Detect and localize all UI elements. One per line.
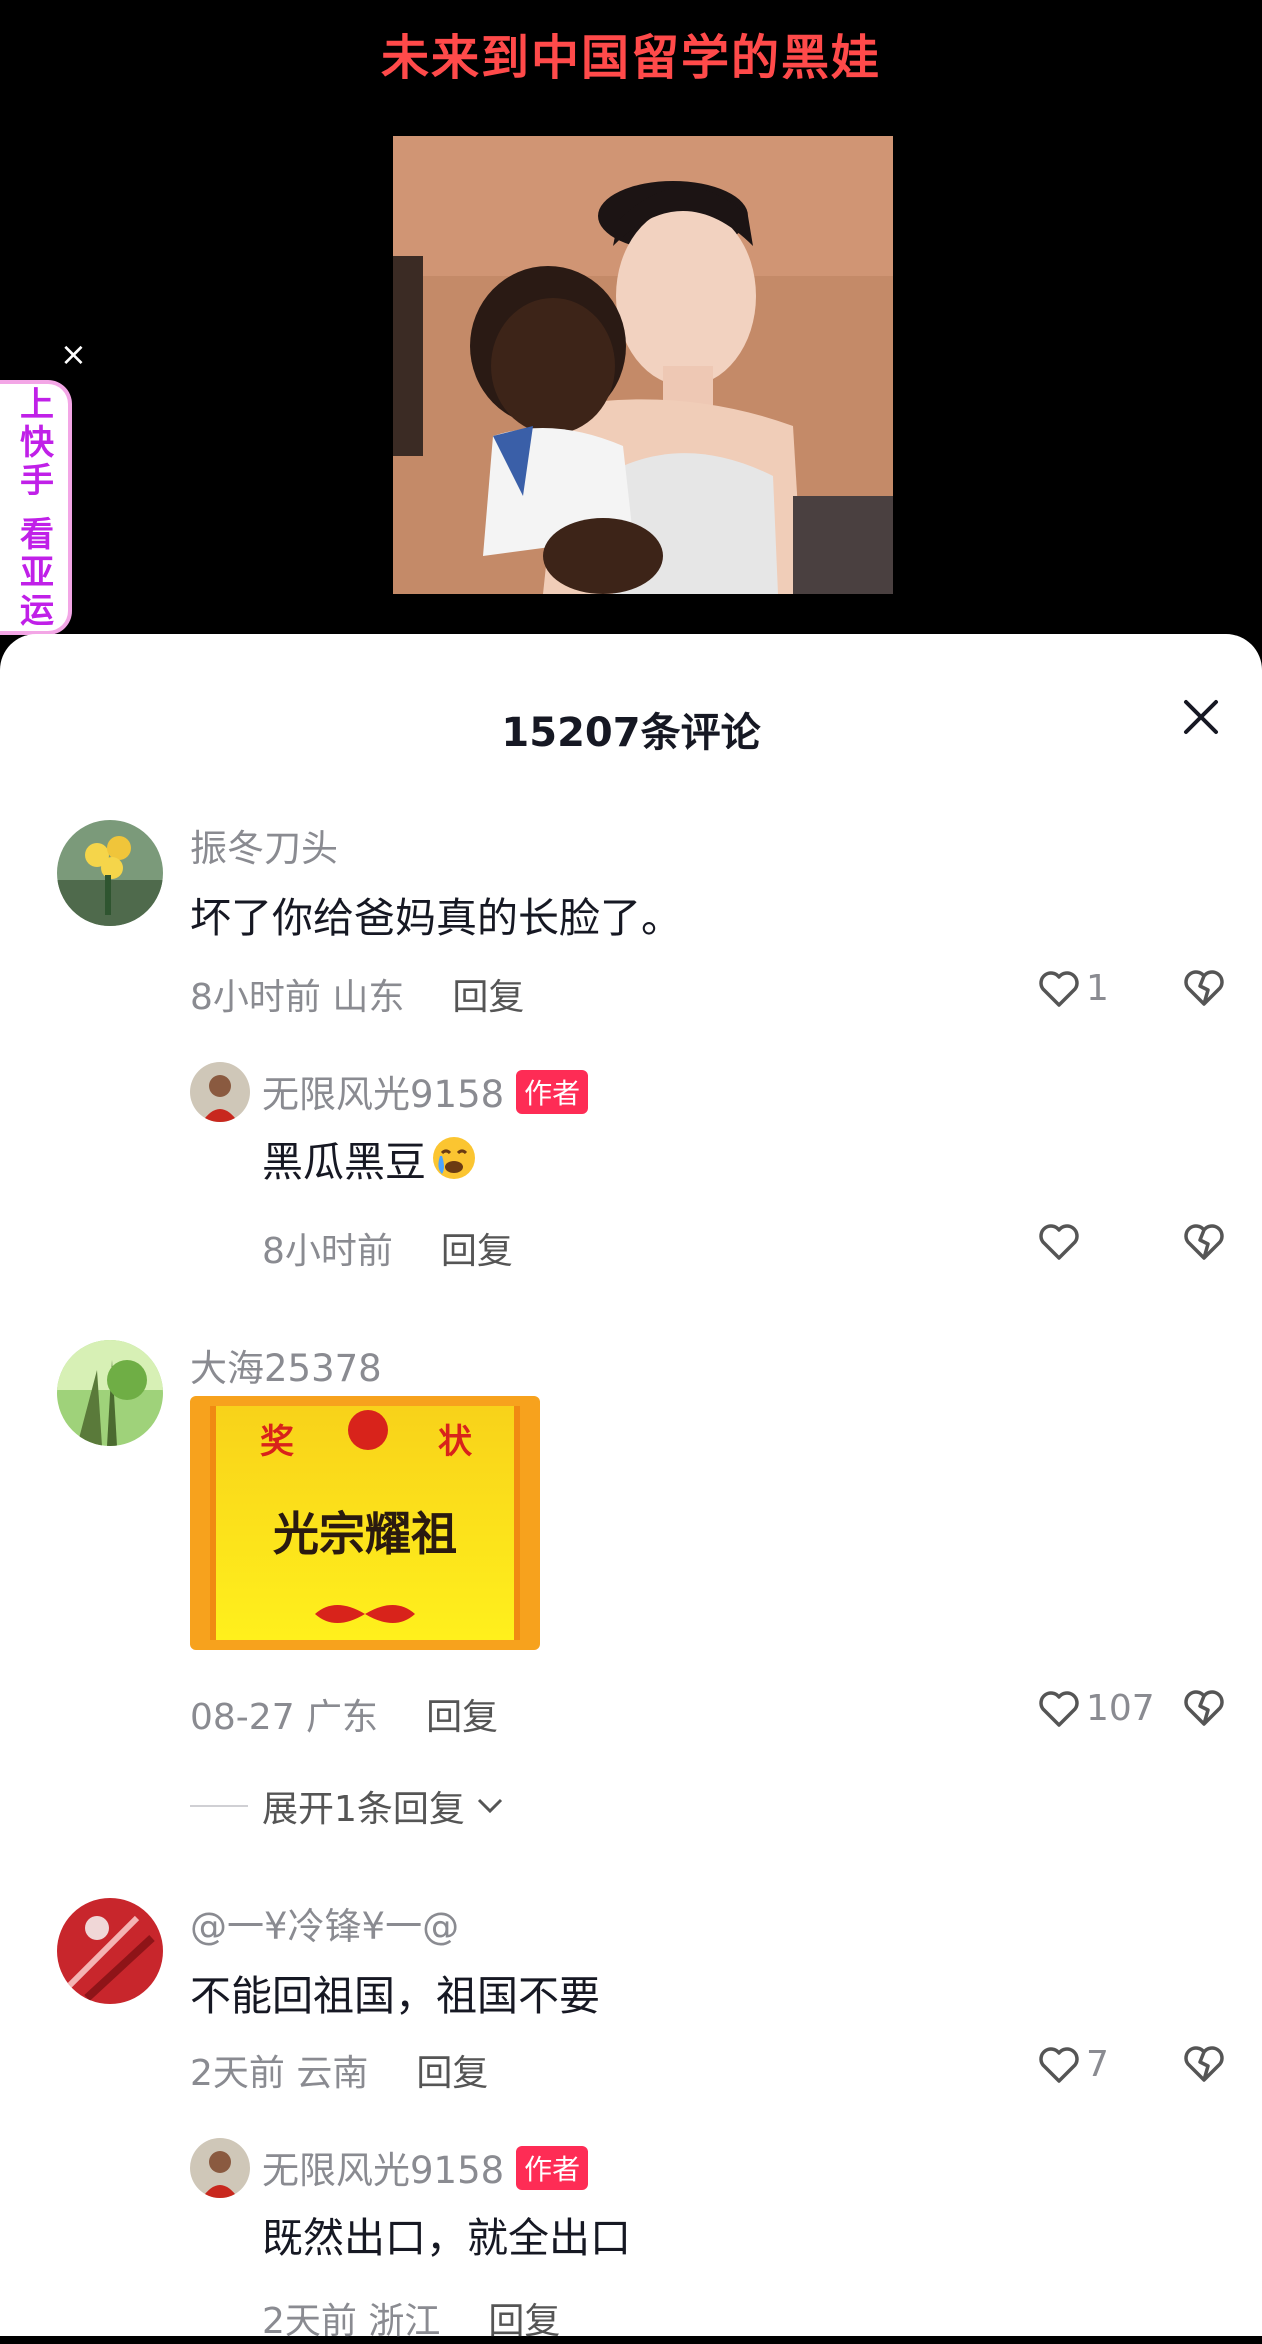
reply-username[interactable]: 无限风光9158 (262, 2149, 504, 2192)
avatar[interactable] (57, 820, 163, 926)
like-button[interactable]: 1 (1038, 968, 1109, 1009)
avatar[interactable] (190, 2138, 250, 2198)
reply-button[interactable]: 回复 (488, 2292, 560, 2344)
ribbon-icon (315, 1605, 415, 1623)
reply-meta: 2天前 浙江 (262, 2301, 441, 2342)
reply-text: 黑瓜黑豆 (262, 1138, 426, 1186)
close-icon[interactable] (1180, 696, 1222, 738)
reply-button[interactable]: 回复 (416, 2044, 488, 2096)
promo-banner[interactable]: 上快手 看亚运 (0, 380, 72, 635)
sticker-header-left: 奖 (260, 1422, 294, 1462)
like-count: 107 (1086, 1688, 1155, 1729)
dislike-icon[interactable] (1182, 968, 1226, 1012)
comment-username[interactable]: @一¥冷锋¥一@ (190, 1896, 459, 1950)
like-count: 1 (1086, 968, 1109, 1009)
comment-sheet: 15207条评论 振冬刀头 坏了你给爸妈真的长脸了。 8小时前 山东 回复 1 … (0, 634, 1262, 2342)
expand-replies-button[interactable]: 展开1条回复 (190, 1780, 507, 1832)
avatar[interactable] (57, 1340, 163, 1446)
comment-meta: 8小时前 山东 (190, 977, 405, 1018)
dislike-icon[interactable] (1182, 1222, 1226, 1266)
promo-close-icon[interactable]: × (60, 338, 87, 370)
like-count: 7 (1086, 2044, 1109, 2085)
dislike-icon[interactable] (1182, 1688, 1226, 1732)
comment-count-title: 15207条评论 (501, 710, 761, 756)
chevron-down-icon (477, 1798, 502, 1814)
reply-meta: 8小时前 (262, 1231, 393, 1272)
author-badge: 作者 (516, 1070, 589, 1114)
video-thumbnail[interactable] (393, 136, 893, 594)
reply-button[interactable]: 回复 (452, 968, 524, 1020)
sticker-image[interactable]: 奖 状 光宗耀祖 (190, 1396, 540, 1650)
video-title: 未来到中国留学的黑娃 (380, 30, 881, 86)
avatar[interactable] (57, 1898, 163, 2004)
like-button[interactable]: 7 (1038, 2044, 1109, 2085)
reply-text: 既然出口，就全出口 (262, 2214, 631, 2262)
comment-meta: 08-27 广东 (190, 1697, 379, 1738)
comment-username[interactable]: 大海25378 (190, 1338, 382, 1392)
like-button[interactable]: 107 (1038, 1688, 1155, 1729)
reply-button[interactable]: 回复 (441, 1222, 513, 1274)
divider (190, 1805, 248, 1807)
avatar[interactable] (190, 1062, 250, 1122)
like-button[interactable] (1038, 1222, 1080, 1262)
heart-icon (1039, 970, 1079, 1007)
heart-icon (1039, 2046, 1079, 2083)
comment-text: 坏了你给爸妈真的长脸了。 (190, 894, 682, 942)
sticker-header-right: 状 (438, 1422, 472, 1462)
sticker-text: 光宗耀祖 (273, 1507, 457, 1561)
comment-meta: 2天前 云南 (190, 2053, 369, 2094)
comment-text: 不能回祖国，祖国不要 (190, 1972, 600, 2020)
emblem-icon (348, 1410, 388, 1450)
reply-username[interactable]: 无限风光9158 (262, 1073, 504, 1116)
reply-button[interactable]: 回复 (426, 1688, 498, 1740)
comment-username[interactable]: 振冬刀头 (190, 818, 338, 872)
dislike-icon[interactable] (1182, 2044, 1226, 2088)
crying-emoji-icon (433, 1137, 475, 1179)
expand-label: 展开1条回复 (262, 1789, 465, 1830)
promo-text: 上快手 看亚运 (13, 385, 54, 630)
heart-icon (1039, 1690, 1079, 1727)
author-badge: 作者 (516, 2146, 589, 2190)
heart-icon (1039, 1224, 1079, 1260)
